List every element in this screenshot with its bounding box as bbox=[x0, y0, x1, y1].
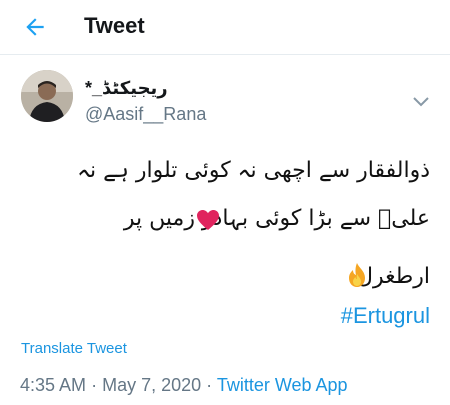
fire-emoji-icon bbox=[349, 263, 365, 287]
page-title: Tweet bbox=[84, 13, 145, 38]
author-username[interactable]: @Aasif__Rana bbox=[85, 104, 206, 125]
author-display-name[interactable]: ریجیکٹڈ_* bbox=[85, 78, 168, 99]
meta-separator: · bbox=[206, 375, 213, 395]
tweet-text-line-1: ذوالفقار سے اچھی نہ کوئی تلوار ہے نہ bbox=[77, 158, 430, 183]
hashtag-link[interactable]: #Ertugrul bbox=[341, 303, 430, 329]
tweet-meta: 4:35 AM · May 7, 2020 · Twitter Web App bbox=[20, 375, 348, 396]
tweet-time[interactable]: 4:35 AM bbox=[20, 375, 86, 395]
avatar[interactable] bbox=[21, 70, 73, 122]
avatar-photo bbox=[21, 70, 73, 122]
header-bar: Tweet bbox=[0, 0, 450, 55]
tweet-date[interactable]: May 7, 2020 bbox=[102, 375, 201, 395]
translate-tweet-link[interactable]: Translate Tweet bbox=[21, 340, 127, 357]
heart-emoji-icon bbox=[197, 210, 219, 230]
meta-separator: · bbox=[91, 375, 98, 395]
chevron-down-icon[interactable] bbox=[412, 96, 430, 108]
back-arrow-icon[interactable] bbox=[22, 14, 48, 40]
tweet-text-line-2: علیؓ سے بڑا کوئی بہادر زمیں پر bbox=[123, 206, 430, 231]
tweet-source-link[interactable]: Twitter Web App bbox=[217, 375, 348, 395]
